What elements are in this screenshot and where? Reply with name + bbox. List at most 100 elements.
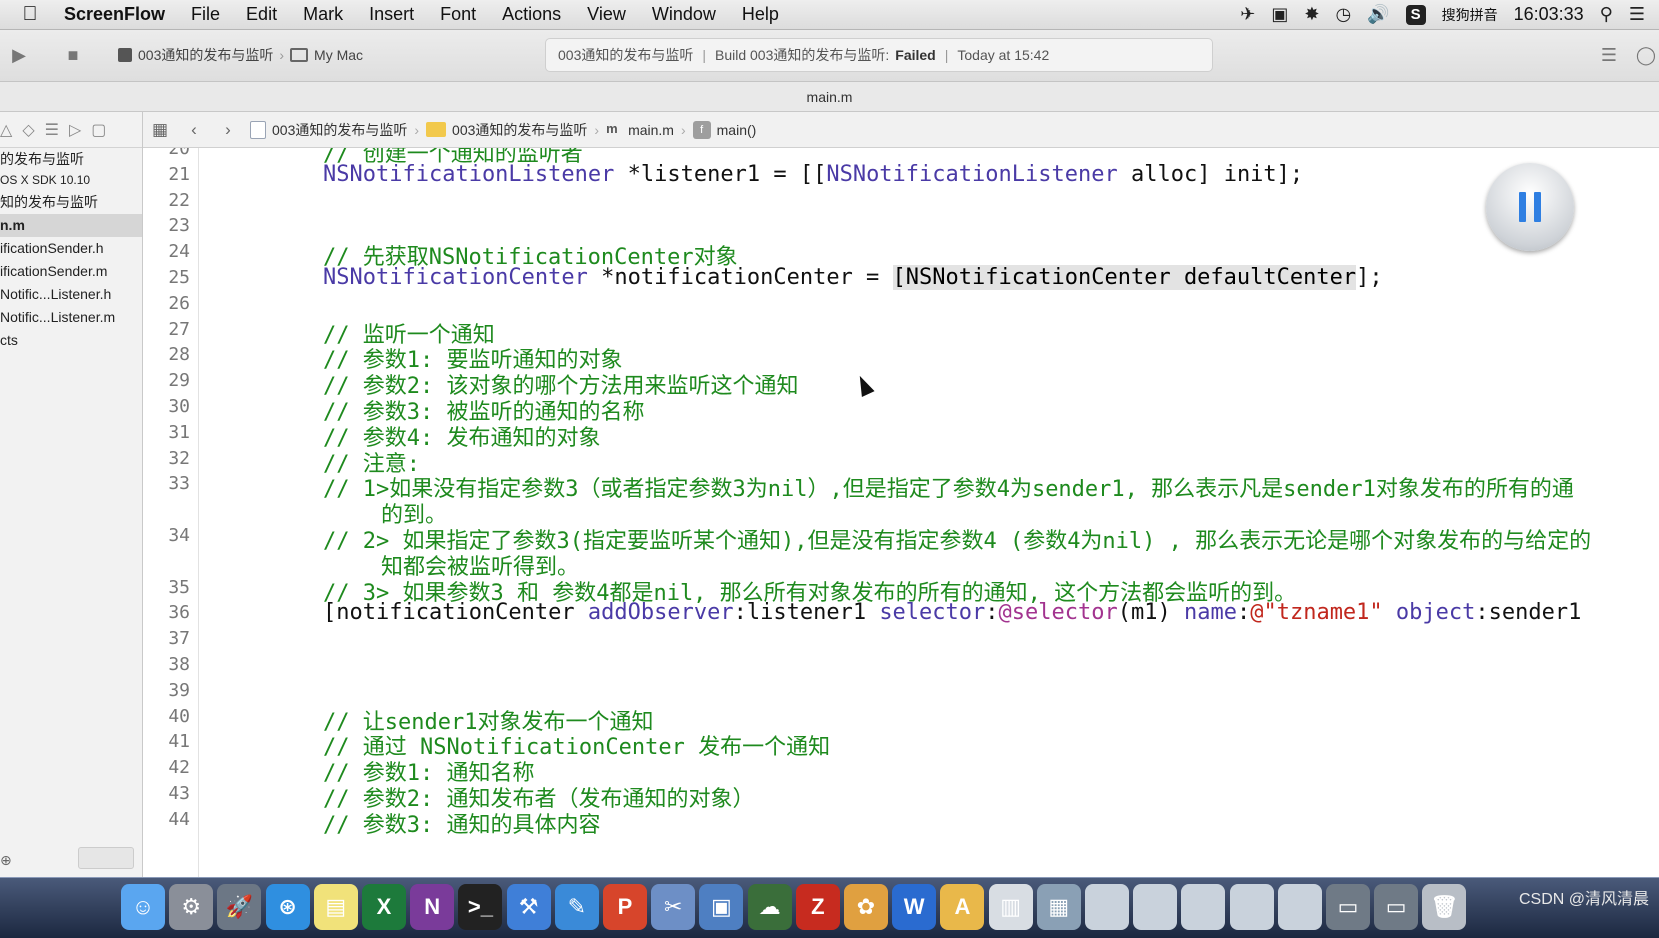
dock-window-3-icon[interactable] <box>1181 884 1226 930</box>
breadcrumb-separator: › <box>414 121 420 138</box>
code-token: alloc] init]; <box>1117 161 1304 187</box>
code-line[interactable]: [notificationCenter addObserver:listener… <box>323 600 1581 625</box>
tab-title[interactable]: main.m <box>0 82 1659 112</box>
nav-item-products[interactable]: cts <box>0 329 142 352</box>
test-nav-icon[interactable]: ◇ <box>22 120 34 140</box>
navigator-filter-field[interactable] <box>78 847 134 869</box>
notification-center-icon[interactable]: ☰ <box>1629 4 1645 25</box>
assistant-editor-icon[interactable]: ◯ <box>1633 42 1659 68</box>
stop-icon[interactable]: ■ <box>60 42 86 68</box>
menu-window[interactable]: Window <box>639 4 729 25</box>
warning-nav-icon[interactable]: △ <box>0 120 12 140</box>
dock-filezilla-icon[interactable]: Z <box>795 884 840 930</box>
editor-standard-icon[interactable]: ☰ <box>1596 42 1622 68</box>
menu-clock[interactable]: 16:03:33 <box>1514 4 1584 25</box>
network-icon[interactable]: ✸ <box>1304 4 1319 25</box>
dock-onenote-icon[interactable]: N <box>410 884 455 930</box>
dock-window-6-icon[interactable]: ▭ <box>1326 884 1370 930</box>
source-editor[interactable]: // 创建一个通知的监听者 NSNotificationListener *lis… <box>199 148 1659 877</box>
dock-system-preferences-icon[interactable]: ⚙ <box>169 884 214 930</box>
add-file-icon[interactable]: ⊕ <box>0 852 12 869</box>
time-machine-icon[interactable]: ◷ <box>1335 4 1351 25</box>
menu-bar:  ScreenFlow File Edit Mark Insert Font … <box>0 0 1659 30</box>
code-line[interactable]: NSNotificationListener *listener1 = [[NS… <box>323 162 1303 187</box>
line-number-gutter[interactable]: 20 21 22 23 24 25 26 27 28 29 30 31 32 33 34 35 36 37 38 39… <box>143 148 199 877</box>
menu-mark[interactable]: Mark <box>290 4 356 25</box>
folder-icon <box>426 122 447 137</box>
dock-trash-icon[interactable]: 🗑 <box>1422 884 1467 930</box>
dock-keynote-icon[interactable]: ▣ <box>699 884 744 930</box>
menu-insert[interactable]: Insert <box>356 4 427 25</box>
dock-network-icon[interactable]: ☁ <box>747 884 792 930</box>
menu-file[interactable]: File <box>178 4 233 25</box>
project-file-icon <box>250 120 266 139</box>
dock-pages-icon[interactable]: A <box>940 884 985 930</box>
dock-storage-icon[interactable]: ▦ <box>1036 884 1081 930</box>
related-items-icon[interactable]: ▦ <box>143 120 177 140</box>
dock-window-7-icon[interactable]: ▭ <box>1374 884 1419 930</box>
menu-view[interactable]: View <box>574 4 639 25</box>
menu-font[interactable]: Font <box>427 4 489 25</box>
sogou-icon[interactable]: S <box>1405 4 1426 25</box>
scheme-selector[interactable]: 003通知的发布与监听 › My Mac <box>118 42 363 68</box>
line-number: 44 <box>168 808 190 830</box>
dock-safari-icon[interactable]: ⊛ <box>265 884 310 930</box>
breadcrumb-group[interactable]: 003通知的发布与监听 <box>421 120 592 140</box>
menu-edit[interactable]: Edit <box>233 4 290 25</box>
nav-item-group[interactable]: 知的发布与监听 <box>0 191 142 214</box>
dock-documents-icon[interactable]: ▥ <box>988 884 1033 930</box>
nav-item-project[interactable]: 的发布与监听 <box>0 148 142 171</box>
nav-item-main-m[interactable]: n.m <box>0 214 142 237</box>
report-nav-icon[interactable]: ▢ <box>91 120 106 140</box>
breadcrumb-file[interactable]: m main.m <box>601 121 679 139</box>
nav-item-listener-h[interactable]: Notific...Listener.h <box>0 283 142 306</box>
breadcrumb-symbol[interactable]: f main() <box>688 120 762 139</box>
dock-scissors-icon[interactable]: ✂ <box>651 884 696 930</box>
project-navigator: △ ◇ ☰ ▷ ▢ 的发布与监听 OS X SDK 10.10 知的发布与监听 … <box>0 112 143 877</box>
nav-item-listener-m[interactable]: Notific...Listener.m <box>0 306 142 329</box>
forward-icon[interactable]: › <box>211 120 245 140</box>
dock-preview-icon[interactable]: ✎ <box>554 884 599 930</box>
dock-window-1-icon[interactable] <box>1085 884 1129 930</box>
code-line[interactable]: // 1>如果没有指定参数3（或者指定参数3为nil）,但是指定了参数4为sen… <box>323 471 1574 503</box>
dock-word-icon[interactable]: W <box>892 884 937 930</box>
code-line[interactable]: // 参数3: 通知的具体内容 <box>323 807 600 839</box>
pause-icon <box>1534 192 1541 222</box>
menu-actions[interactable]: Actions <box>489 4 574 25</box>
run-icon[interactable]: ▶ <box>6 42 32 68</box>
back-icon[interactable]: ‹ <box>177 120 211 140</box>
screen-record-icon[interactable]: ▣ <box>1271 4 1288 25</box>
code-token: *notificationCenter = <box>587 265 893 290</box>
nav-item-sender-h[interactable]: ificationSender.h <box>0 237 142 260</box>
volume-icon[interactable]: 🔊 <box>1367 4 1389 25</box>
ime-label[interactable]: 搜狗拼音 <box>1442 5 1498 25</box>
dock-notes-icon[interactable]: ▤ <box>313 884 358 930</box>
code-token: (m1) <box>1117 600 1184 626</box>
dock-window-2-icon[interactable] <box>1133 884 1178 930</box>
dock-terminal-icon[interactable]: >_ <box>458 884 503 930</box>
airplane-icon[interactable]: ✈ <box>1240 4 1255 25</box>
search-icon[interactable]: ⚲ <box>1600 4 1613 25</box>
menu-help[interactable]: Help <box>729 4 792 25</box>
screenflow-pause-button[interactable] <box>1486 163 1574 251</box>
breakpoint-nav-icon[interactable]: ▷ <box>69 120 81 140</box>
dock-window-5-icon[interactable] <box>1277 884 1322 930</box>
breadcrumb-project[interactable]: 003通知的发布与监听 <box>245 120 412 140</box>
code-line[interactable]: NSNotificationCenter *notificationCenter… <box>323 265 1383 290</box>
activity-status: 003通知的发布与监听 | Build 003通知的发布与监听: Failed … <box>545 38 1213 72</box>
line-number: 23 <box>168 215 190 237</box>
dock-finder-icon[interactable]: ☺ <box>121 884 165 930</box>
dock-xcode-icon[interactable]: ⚒ <box>506 884 551 930</box>
dock-photos-icon[interactable]: ✿ <box>844 884 888 930</box>
menu-app-name[interactable]: ScreenFlow <box>60 4 178 25</box>
dock-window-4-icon[interactable] <box>1229 884 1274 930</box>
pause-icon <box>1519 192 1526 222</box>
dock-powerpoint-icon[interactable]: P <box>603 884 647 930</box>
debug-nav-icon[interactable]: ☰ <box>45 120 59 140</box>
dock-excel-icon[interactable]: X <box>362 884 406 930</box>
dock-launchpad-icon[interactable]: 🚀 <box>217 884 262 930</box>
objc-file-icon: m <box>606 120 618 136</box>
apple-icon[interactable]:  <box>0 3 60 26</box>
breadcrumb-symbol-label: main() <box>716 121 757 138</box>
nav-item-sender-m[interactable]: ificationSender.m <box>0 260 142 283</box>
